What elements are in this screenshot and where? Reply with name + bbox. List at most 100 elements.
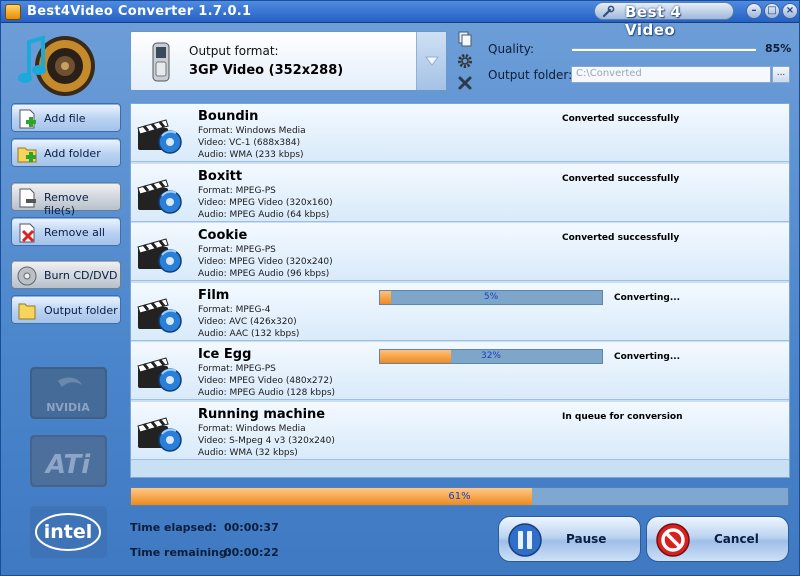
ati-logo: ATi [30,435,107,487]
burn-cd-dvd-label: Burn CD/DVD [44,269,118,282]
file-list-empty-area[interactable] [131,462,789,477]
app-window: Best4Video Converter 1.7.0.1 Best 4 Vide… [0,0,800,576]
disc-icon [17,266,37,286]
file-row[interactable]: Ice Egg Format: MPEG-PS Video: MPEG Video … [131,342,789,400]
output-format-value: 3GP Video (352x288) [189,63,344,78]
add-folder-label: Add folder [44,147,101,160]
quality-slider[interactable] [572,48,756,51]
file-status: Converted successfully [562,233,680,243]
intel-logo: intel [30,506,107,558]
output-folder-button-label: Output folder [44,304,118,317]
add-file-button[interactable]: Add file [11,103,121,132]
maximize-button[interactable]: □ [764,3,780,19]
copy-icon[interactable] [457,31,473,47]
brand-text: Best 4 Video [625,3,682,39]
remove-all-label: Remove all [44,226,105,239]
file-format: Format: MPEG-PS [198,245,276,255]
file-audio-info: Audio: MPEG Audio (96 kbps) [198,269,330,279]
chevron-down-icon [425,56,439,66]
output-folder-label: Output folder: [488,68,573,82]
video-clapper-icon [137,357,182,392]
pause-button[interactable]: Pause [498,516,641,562]
file-audio-info: Audio: WMA (32 kbps) [198,447,298,458]
gear-icon[interactable] [457,53,473,69]
file-status: Converting... [614,352,681,362]
nvidia-logo: NVIDIA [30,367,107,419]
file-video-info: Video: S-Mpeg 4 v3 (320x240) [198,435,335,446]
file-format: Format: MPEG-PS [198,185,276,196]
file-video-info: Video: MPEG Video (320x240) [198,257,333,267]
title-bar[interactable]: Best4Video Converter 1.7.0.1 Best 4 Vide… [1,1,799,39]
file-audio-info: Audio: WMA (233 kbps) [198,150,304,160]
file-audio-info: Audio: MPEG Audio (128 kbps) [198,388,336,398]
file-name: Boxitt [198,168,243,184]
video-clapper-icon [137,297,182,333]
file-row[interactable]: Boxitt Format: MPEG-PS Video: MPEG Video (… [131,163,789,222]
file-row[interactable]: Boundin Format: Windows Media Video: VC-1 … [131,104,789,162]
add-file-icon [19,109,36,129]
add-folder-icon [17,147,37,163]
brand-badge[interactable]: Best 4 Video [594,2,734,39]
file-video-info: Video: MPEG Video (480x272) [198,376,333,386]
svg-text:intel: intel [44,521,93,543]
minimize-button[interactable]: – [746,3,762,19]
file-progress-bar: 5% [379,289,603,305]
file-row[interactable]: Cookie Format: MPEG-PS Video: MPEG Video (… [131,223,789,281]
cancel-icon [656,523,690,557]
file-progress-label: 5% [483,291,499,302]
file-name: Film [198,287,230,303]
file-video-info: Video: AVC (426x320) [198,316,297,327]
time-elapsed-label: Time elapsed: [130,521,217,534]
quality-value: 85% [765,42,792,55]
burn-cd-dvd-button[interactable]: Burn CD/DVD [11,260,121,289]
time-remaining-value: 00:00:22 [224,546,279,559]
add-file-label: Add file [44,112,86,125]
remove-all-icon [19,223,35,243]
folder-icon [18,303,36,320]
remove-files-button[interactable]: Remove file(s) [11,182,121,217]
file-audio-info: Audio: MPEG Audio (64 kbps) [198,209,330,220]
cancel-label: Cancel [714,532,759,546]
browse-folder-button[interactable]: ... [772,66,790,83]
file-row[interactable]: Film Format: MPEG-4 Video: AVC (426x320) Au… [131,282,789,341]
file-name: Cookie [198,228,248,243]
svg-text:ATi: ATi [44,450,91,480]
output-format-label: Output format: [189,44,279,58]
window-title: Best4Video Converter 1.7.0.1 [27,4,252,19]
file-format: Format: Windows Media [198,423,306,434]
video-clapper-icon [137,178,182,214]
pause-icon [508,523,542,557]
remove-all-button[interactable]: Remove all [11,217,121,246]
file-status: Converting... [614,292,681,303]
file-list[interactable]: Boundin Format: Windows Media Video: VC-1 … [130,103,790,478]
cancel-button[interactable]: Cancel [646,516,789,562]
speaker-music-logo [18,35,95,96]
overall-progress-bar: 61% [130,487,789,506]
output-format-selector[interactable]: Output format: 3GP Video (352x288) [130,31,447,91]
output-folder-button[interactable]: Output folder [11,295,121,324]
file-row[interactable]: Running machine Format: Windows Media Vide… [131,401,789,460]
pause-label: Pause [566,532,607,546]
file-name: Running machine [198,406,326,422]
file-status: Converted successfully [562,114,680,124]
wrench-icon [602,5,615,18]
output-folder-field[interactable]: C:\Converted [571,66,771,83]
phone-icon [152,42,170,82]
file-status: Converted successfully [562,173,680,184]
close-button[interactable]: × [782,3,798,19]
time-remaining-label: Time remaining: [130,546,232,559]
remove-file-icon [19,188,36,208]
add-folder-button[interactable]: Add folder [11,138,121,167]
overall-progress-label: 61% [448,491,471,502]
file-format: Format: MPEG-PS [198,364,276,374]
file-status: In queue for conversion [562,411,683,422]
file-audio-info: Audio: AAC (132 kbps) [198,328,300,339]
time-elapsed-value: 00:00:37 [224,521,279,534]
format-dropdown-button[interactable] [416,32,446,90]
delete-x-icon[interactable] [457,75,473,91]
video-clapper-icon [137,119,182,154]
app-icon [5,4,21,20]
svg-text:NVIDIA: NVIDIA [46,401,90,414]
video-clapper-icon [137,416,182,452]
file-video-info: Video: MPEG Video (320x160) [198,197,333,208]
